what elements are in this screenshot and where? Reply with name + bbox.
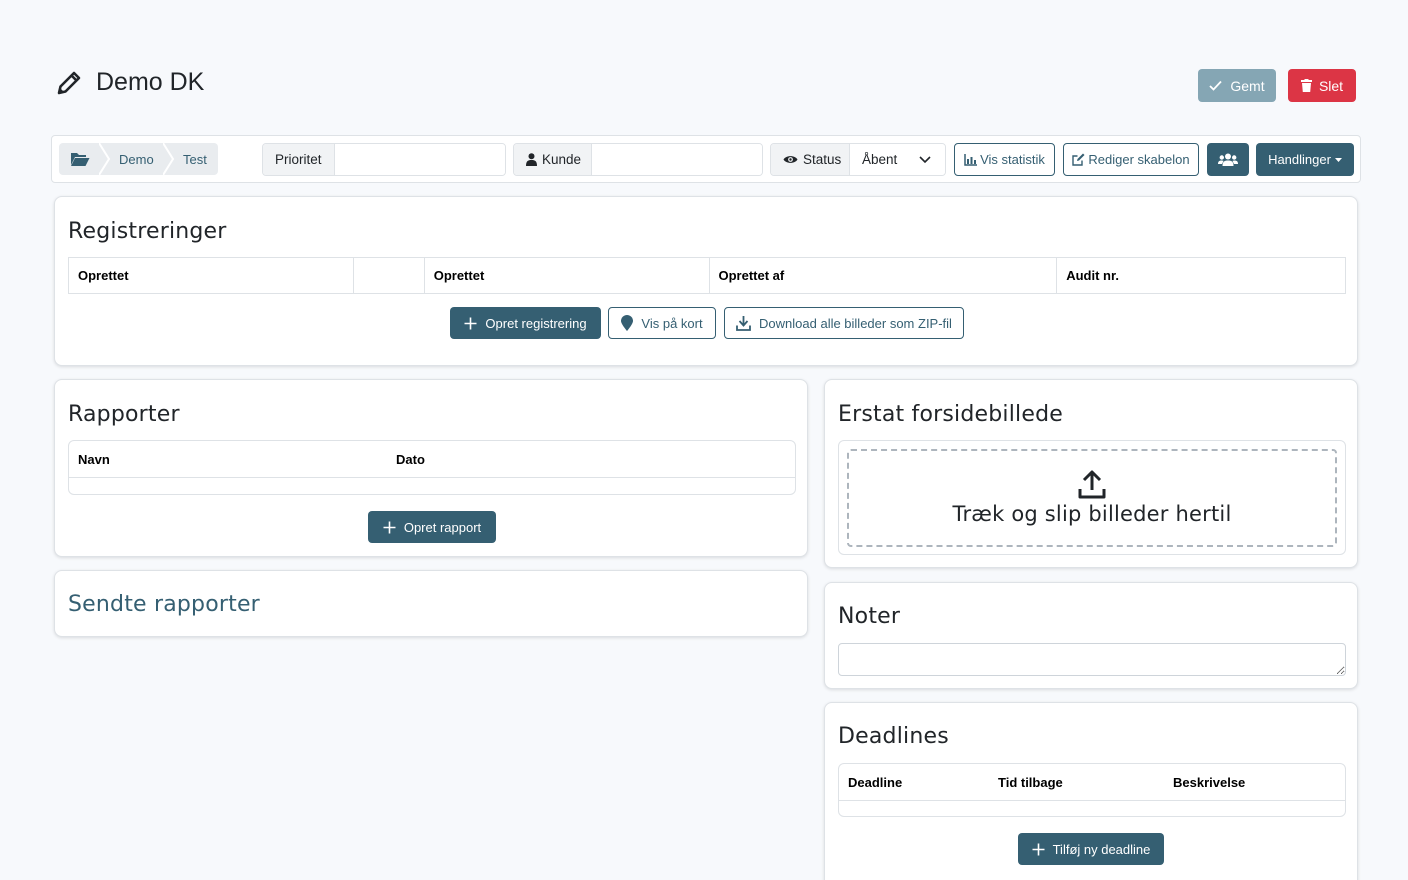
notes-title: Noter xyxy=(838,604,901,629)
create-registration-label: Opret registrering xyxy=(485,315,587,331)
edit-template-button[interactable]: Rediger skabelon xyxy=(1063,143,1199,176)
create-registration-button[interactable]: Opret registrering xyxy=(450,307,601,339)
download-icon xyxy=(736,315,751,331)
reports-table: Navn Dato xyxy=(68,440,796,495)
delete-button[interactable]: Slet xyxy=(1288,69,1356,102)
add-deadline-button[interactable]: Tilføj ny deadline xyxy=(1018,833,1164,865)
dropzone-text: Træk og slip billeder hertil xyxy=(952,502,1232,526)
customer-input[interactable] xyxy=(592,144,762,175)
registrations-table: Oprettet Oprettet Oprettet af Audit nr. xyxy=(68,257,1346,294)
folder-open-icon xyxy=(70,151,90,167)
customer-label: Kunde xyxy=(542,152,582,167)
status-group: Status Åbent xyxy=(770,143,946,176)
pencil-icon xyxy=(55,69,83,97)
edit-icon xyxy=(1072,153,1085,166)
view-statistics-button[interactable]: Vis statistik xyxy=(954,143,1055,176)
deadlines-card: Deadlines Deadline Tid tilbage Beskrivel… xyxy=(824,702,1358,880)
column-header-empty[interactable] xyxy=(352,257,425,294)
column-header-created[interactable]: Oprettet xyxy=(68,257,354,294)
table-header-row: Deadline Tid tilbage Beskrivelse xyxy=(839,764,1345,801)
reports-title: Rapporter xyxy=(68,402,180,427)
saved-button[interactable]: Gemt xyxy=(1198,69,1276,102)
users-icon xyxy=(1218,153,1238,166)
column-header-time-left[interactable]: Tid tilbage xyxy=(989,775,1164,790)
breadcrumb: Demo Test xyxy=(59,143,218,175)
caret-down-icon xyxy=(1334,157,1342,162)
notes-card: Noter xyxy=(824,582,1358,689)
registrations-card: Registreringer Oprettet Oprettet Oprette… xyxy=(54,196,1358,366)
image-dropzone[interactable]: Træk og slip billeder hertil xyxy=(847,449,1337,547)
upload-icon xyxy=(1078,470,1106,500)
page-header: Demo DK xyxy=(55,68,204,97)
sent-reports-card[interactable]: Sendte rapporter xyxy=(54,570,808,637)
deadlines-table: Deadline Tid tilbage Beskrivelse xyxy=(838,763,1346,817)
status-value: Åbent xyxy=(862,152,898,167)
header-actions: Gemt Slet xyxy=(1198,69,1356,102)
download-zip-label: Download alle billeder som ZIP-fil xyxy=(759,315,952,331)
column-header-name[interactable]: Navn xyxy=(69,452,387,467)
show-on-map-button[interactable]: Vis på kort xyxy=(608,307,716,339)
cover-image-card: Erstat forsidebillede Træk og slip bille… xyxy=(824,379,1358,568)
show-on-map-label: Vis på kort xyxy=(641,315,703,331)
cover-image-title: Erstat forsidebillede xyxy=(838,402,1063,427)
trash-icon xyxy=(1300,79,1312,92)
table-header-row: Oprettet Oprettet Oprettet af Audit nr. xyxy=(68,257,1346,294)
column-header-created-by[interactable]: Oprettet af xyxy=(708,257,1058,294)
column-header-date[interactable]: Dato xyxy=(387,452,425,467)
map-marker-icon xyxy=(621,315,634,331)
column-header-description[interactable]: Beskrivelse xyxy=(1164,775,1245,790)
column-header-audit-no[interactable]: Audit nr. xyxy=(1056,257,1346,294)
status-label-wrap: Status xyxy=(771,144,850,175)
actions-dropdown-button[interactable]: Handlinger xyxy=(1256,143,1354,176)
check-icon xyxy=(1209,80,1223,91)
column-header-deadline[interactable]: Deadline xyxy=(839,775,989,790)
customer-label-wrap: Kunde xyxy=(514,144,592,175)
user-icon xyxy=(526,153,537,166)
create-report-label: Opret rapport xyxy=(403,519,482,535)
delete-label: Slet xyxy=(1318,77,1344,94)
download-zip-button[interactable]: Download alle billeder som ZIP-fil xyxy=(724,307,964,339)
priority-group: Prioritet xyxy=(262,143,506,176)
actions-label: Handlinger xyxy=(1268,152,1331,167)
chevron-down-icon xyxy=(919,155,931,164)
users-button[interactable] xyxy=(1207,143,1249,176)
table-header-row: Navn Dato xyxy=(69,441,795,478)
plus-icon xyxy=(1032,843,1045,856)
column-header-created-2[interactable]: Oprettet xyxy=(423,257,710,294)
create-report-button[interactable]: Opret rapport xyxy=(368,511,496,543)
registrations-title: Registreringer xyxy=(68,219,227,244)
dropzone-wrapper: Træk og slip billeder hertil xyxy=(838,440,1346,555)
view-statistics-label: Vis statistik xyxy=(980,152,1045,167)
plus-icon xyxy=(383,521,396,534)
chart-icon xyxy=(964,153,978,166)
customer-group: Kunde xyxy=(513,143,763,176)
priority-label: Prioritet xyxy=(263,144,335,175)
reports-card: Rapporter Navn Dato Opret rapport xyxy=(54,379,808,557)
toolbar: Demo Test Prioritet Kunde Status Åbent V… xyxy=(51,135,1361,183)
saved-label: Gemt xyxy=(1230,77,1265,94)
breadcrumb-item-demo[interactable]: Demo xyxy=(101,143,167,175)
plus-icon xyxy=(464,317,477,330)
priority-input[interactable] xyxy=(335,144,505,175)
edit-template-label: Rediger skabelon xyxy=(1088,152,1190,167)
deadlines-title: Deadlines xyxy=(838,724,949,749)
eye-icon xyxy=(783,154,798,165)
sent-reports-title[interactable]: Sendte rapporter xyxy=(68,592,260,617)
page-title: Demo DK xyxy=(96,68,205,96)
status-label: Status xyxy=(803,152,842,167)
breadcrumb-item-test[interactable]: Test xyxy=(167,143,218,175)
notes-textarea[interactable] xyxy=(838,643,1346,676)
status-select[interactable]: Åbent xyxy=(850,144,945,175)
add-deadline-label: Tilføj ny deadline xyxy=(1052,841,1151,857)
breadcrumb-home[interactable] xyxy=(59,143,101,175)
